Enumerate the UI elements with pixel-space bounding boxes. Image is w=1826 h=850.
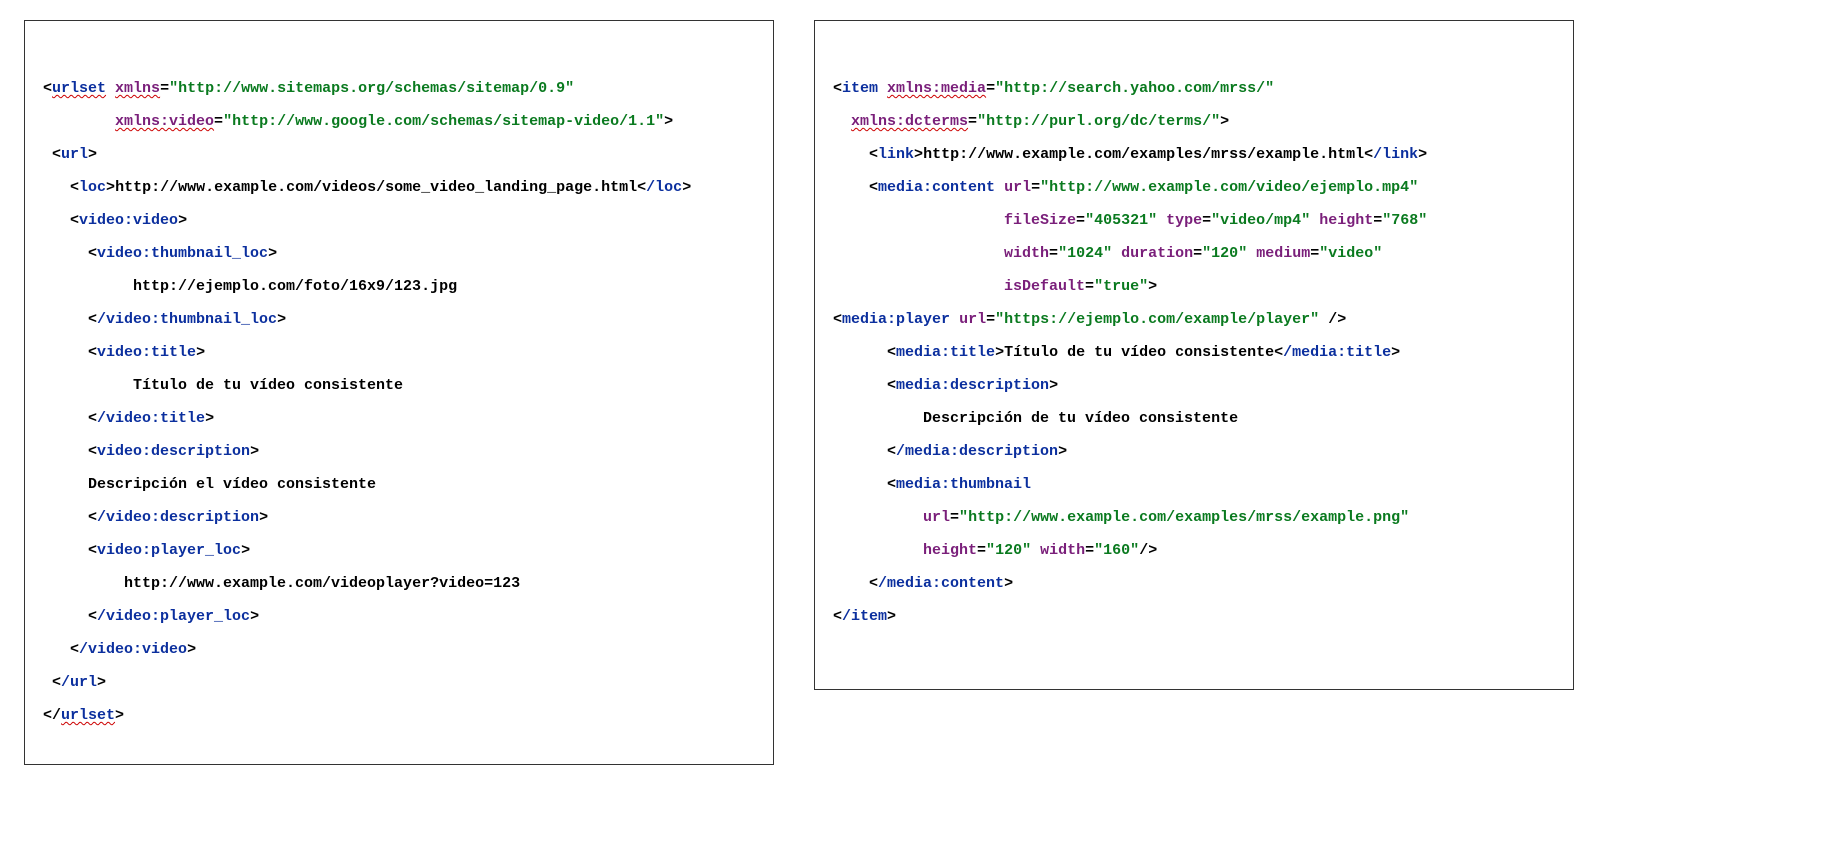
xmlns-dcterms-attr: xmlns:dcterms [851, 113, 968, 130]
item-close: /item [842, 608, 887, 625]
mc-medium-val: video [1328, 245, 1373, 262]
mc-type-attr: type [1166, 212, 1202, 229]
mc-medium-attr: medium [1256, 245, 1310, 262]
media-desc-open: media:description [896, 377, 1049, 394]
media-desc-close: /media:description [896, 443, 1058, 460]
loc-open: loc [79, 179, 106, 196]
mrss-xml-panel: <item xmlns:media="http://search.yahoo.c… [814, 20, 1574, 690]
link-open: link [878, 146, 914, 163]
urlset-close: urlset [61, 707, 115, 724]
player-open: video:player_loc [97, 542, 241, 559]
desc-open: video:description [97, 443, 250, 460]
xmlns-dcterms-val: http://purl.org/dc/terms/ [986, 113, 1211, 130]
sitemap-xml-panel: <urlset xmlns="http://www.sitemaps.org/s… [24, 20, 774, 765]
xmlns-val: http://www.sitemaps.org/schemas/sitemap/… [178, 80, 565, 97]
thumb-open: video:thumbnail_loc [97, 245, 268, 262]
mp-url-val: https://ejemplo.com/example/player [1004, 311, 1310, 328]
xmlns-video-val: http://www.google.com/schemas/sitemap-vi… [232, 113, 655, 130]
mc-isdefault-attr: isDefault [1004, 278, 1085, 295]
page: <urlset xmlns="http://www.sitemaps.org/s… [0, 0, 1826, 785]
mc-type-val: video/mp4 [1220, 212, 1301, 229]
media-thumb: media:thumbnail [896, 476, 1031, 493]
media-title-open: media:title [896, 344, 995, 361]
player-close: /video:player_loc [97, 608, 250, 625]
mc-filesize-val: 405321 [1094, 212, 1148, 229]
mt-url-val: http://www.example.com/examples/mrss/exa… [968, 509, 1400, 526]
mt-height-val: 120 [995, 542, 1022, 559]
link-close: /link [1373, 146, 1418, 163]
urlset-open: urlset [52, 80, 106, 97]
loc-text: http://www.example.com/videos/some_video… [115, 179, 637, 196]
mt-width-val: 160 [1103, 542, 1130, 559]
thumb-close: /video:thumbnail_loc [97, 311, 277, 328]
mc-width-attr: width [1004, 245, 1049, 262]
url-close: /url [61, 674, 97, 691]
desc-close: /video:description [97, 509, 259, 526]
video-video-open: video:video [79, 212, 178, 229]
mc-height-val: 768 [1391, 212, 1418, 229]
title-text: Título de tu vídeo consistente [133, 377, 403, 394]
media-content-open: media:content [878, 179, 995, 196]
title-open: video:title [97, 344, 196, 361]
media-title-text: Título de tu vídeo consistente [1004, 344, 1274, 361]
mt-width-attr: width [1040, 542, 1085, 559]
media-desc-text: Descripción de tu vídeo consistente [923, 410, 1238, 427]
video-video-close: /video:video [79, 641, 187, 658]
media-player: media:player [842, 311, 950, 328]
xmlns-attr: xmlns [115, 80, 160, 97]
item-open: item [842, 80, 878, 97]
mc-url-val: http://www.example.com/video/ejemplo.mp4 [1049, 179, 1409, 196]
link-text: http://www.example.com/examples/mrss/exa… [923, 146, 1364, 163]
mp-url-attr: url [959, 311, 986, 328]
mc-width-val: 1024 [1067, 245, 1103, 262]
title-close: /video:title [97, 410, 205, 427]
mc-duration-attr: duration [1121, 245, 1193, 262]
url-open: url [61, 146, 88, 163]
mt-height-attr: height [923, 542, 977, 559]
xmlns-video-attr: xmlns:video [115, 113, 214, 130]
media-content-close: /media:content [878, 575, 1004, 592]
desc-text: Descripción el vídeo consistente [88, 476, 376, 493]
media-title-close: /media:title [1283, 344, 1391, 361]
player-text: http://www.example.com/videoplayer?video… [124, 575, 520, 592]
mc-filesize-attr: fileSize [1004, 212, 1076, 229]
mc-height-attr: height [1319, 212, 1373, 229]
xmlns-media-attr: xmlns:media [887, 80, 986, 97]
mt-url-attr: url [923, 509, 950, 526]
mc-url-attr: url [1004, 179, 1031, 196]
loc-close: /loc [646, 179, 682, 196]
mc-isdefault-val: true [1103, 278, 1139, 295]
mc-duration-val: 120 [1211, 245, 1238, 262]
xmlns-media-val: http://search.yahoo.com/mrss/ [1004, 80, 1265, 97]
thumb-text: http://ejemplo.com/foto/16x9/123.jpg [133, 278, 457, 295]
